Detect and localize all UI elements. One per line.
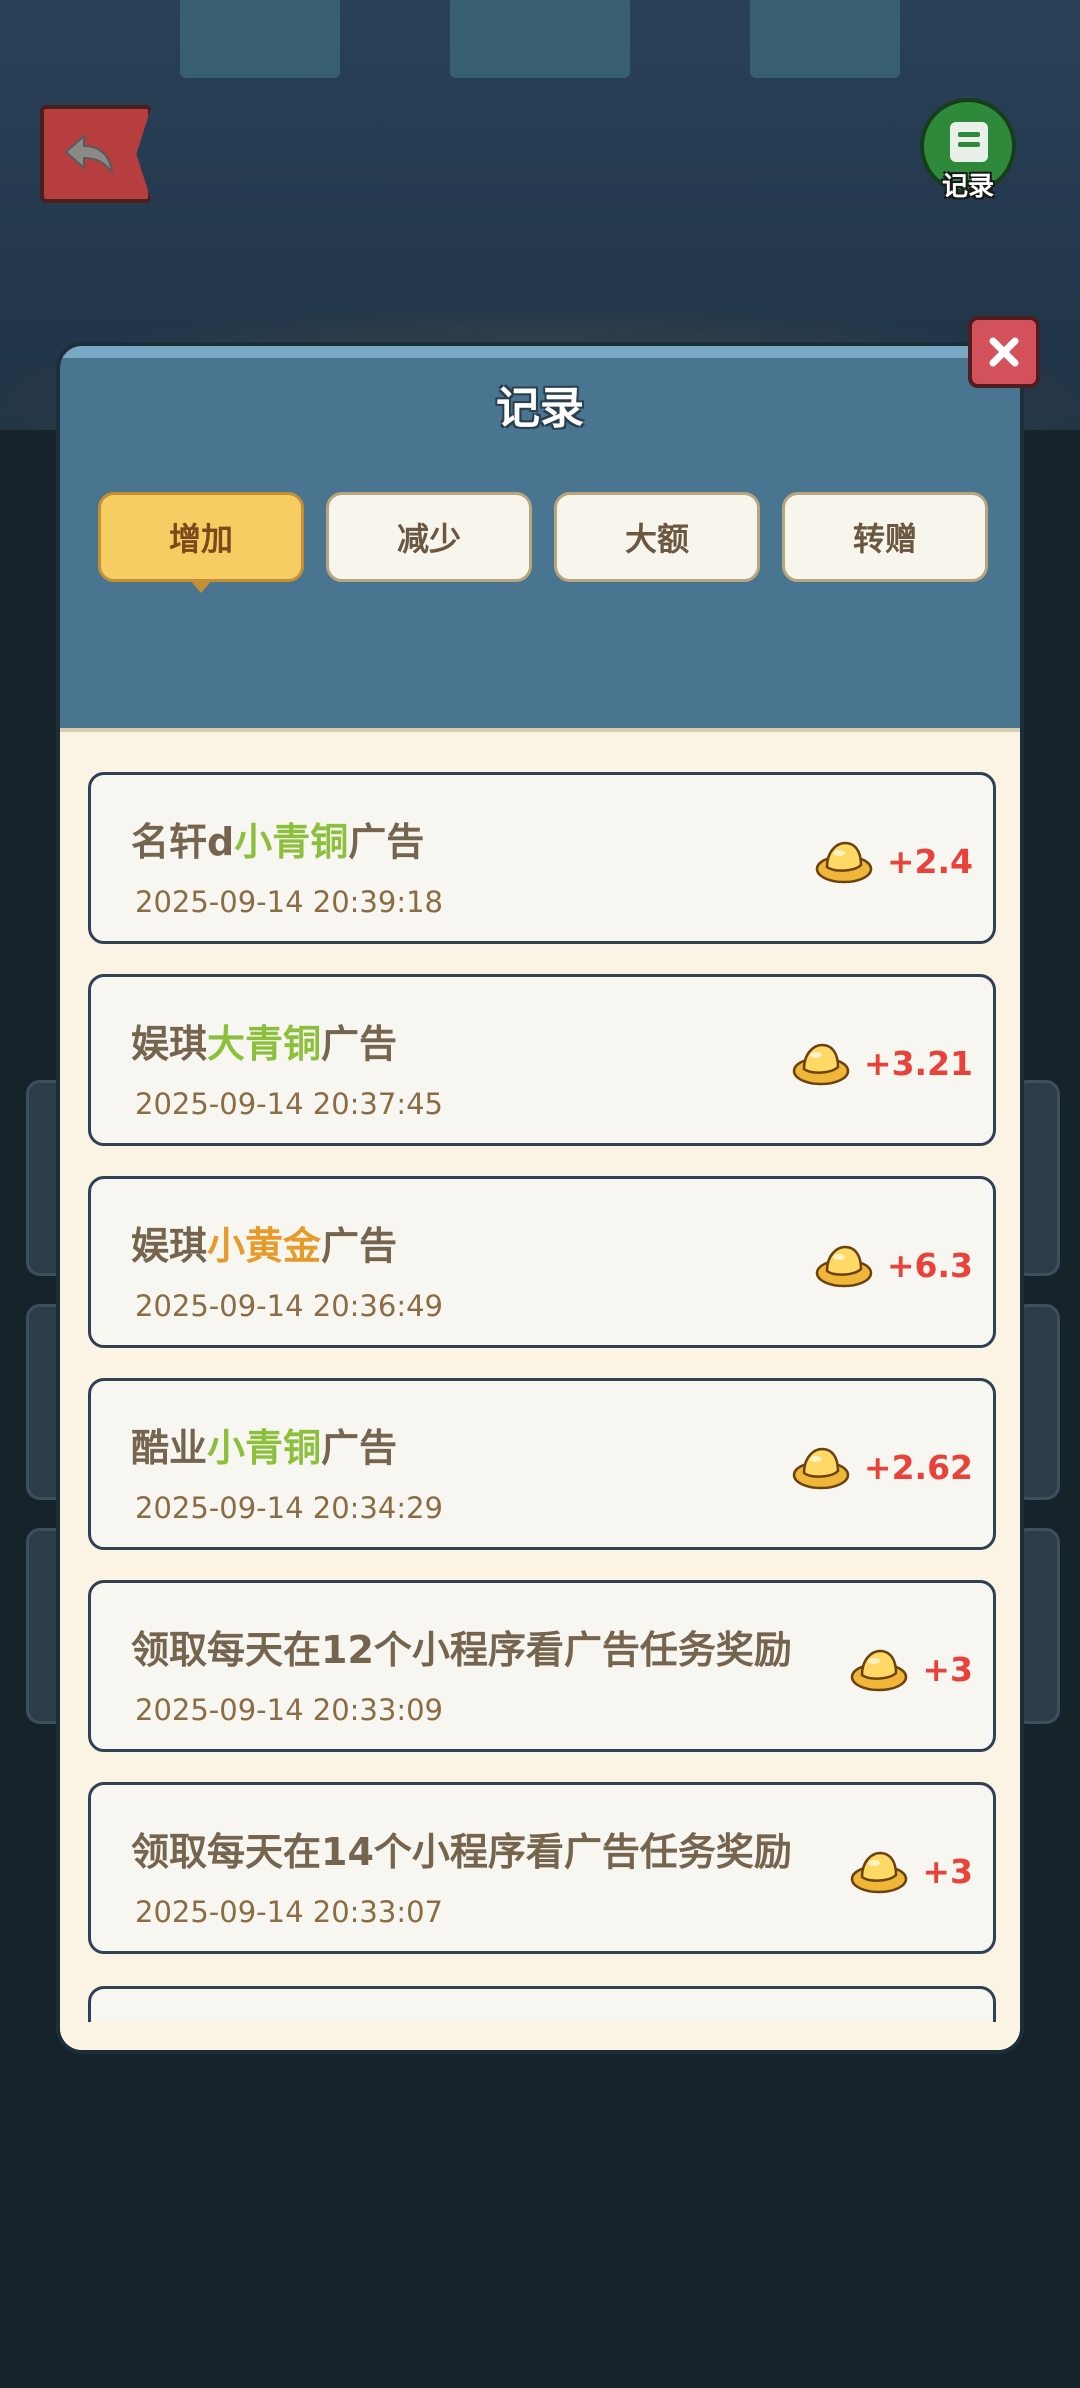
record-item: 名轩d小青铜广告 2025-09-14 20:39:18 +2.4 [88,772,996,944]
modal-top-edge [60,346,1020,358]
close-icon [989,337,1019,367]
record-icon [950,122,988,162]
background-window [450,0,630,78]
tab-large[interactable]: 大额 [554,492,760,582]
record-amount: +3.21 [863,1043,973,1083]
record-modal: 记录 增加 减少 大额 转赠 名轩d小青铜广告 2025-09-14 20:39… [56,342,1024,2054]
record-item: 酷业小青铜广告 2025-09-14 20:34:29 +2.62 [88,1378,996,1550]
record-time: 2025-09-14 20:39:18 [135,885,443,919]
tab-gift[interactable]: 转赠 [782,492,988,582]
record-button-label: 记录 [941,172,994,202]
gold-ingot-icon [792,1447,850,1490]
gold-ingot-icon [851,1851,908,1894]
record-amount: +3 [922,1851,973,1891]
gold-ingot-icon [815,1245,873,1288]
background-window [750,0,900,78]
list-bottom-edge [60,2022,1020,2050]
record-time: 2025-09-14 20:33:07 [135,1895,443,1929]
record-item: 娱琪小黄金广告 2025-09-14 20:36:49 +6.3 [88,1176,996,1348]
back-button[interactable] [40,105,152,203]
tab-decrease[interactable]: 减少 [326,492,532,582]
record-list-panel[interactable]: 名轩d小青铜广告 2025-09-14 20:39:18 +2.4 娱琪大青铜广… [60,728,1020,2050]
record-item: 领取每天在14个小程序看广告任务奖励 2025-09-14 20:33:07 +… [88,1782,996,1954]
record-time: 2025-09-14 20:33:09 [135,1693,443,1727]
record-item: 娱琪大青铜广告 2025-09-14 20:37:45 +3.21 [88,974,996,1146]
record-time: 2025-09-14 20:36:49 [135,1289,443,1323]
background-window [180,0,340,78]
modal-title: 记录 [496,383,584,434]
record-title: 名轩d小青铜广告 [131,820,425,864]
record-tabs: 增加 减少 大额 转赠 [98,492,990,593]
record-title: 领取每天在12个小程序看广告任务奖励 [131,1628,792,1672]
record-title: 娱琪大青铜广告 [131,1022,398,1066]
record-list: 名轩d小青铜广告 2025-09-14 20:39:18 +2.4 娱琪大青铜广… [88,772,996,1984]
record-amount: +6.3 [886,1245,973,1285]
gold-ingot-icon [815,841,873,884]
record-title: 酷业小青铜广告 [131,1426,398,1470]
close-button[interactable] [968,316,1040,388]
tab-increase[interactable]: 增加 [98,492,304,593]
record-amount: +2.4 [886,841,973,881]
record-item: 领取每天在12个小程序看广告任务奖励 2025-09-14 20:33:09 +… [88,1580,996,1752]
gold-ingot-icon [851,1649,908,1692]
back-arrow-icon [64,133,114,176]
record-time: 2025-09-14 20:34:29 [135,1491,443,1525]
record-time: 2025-09-14 20:37:45 [135,1087,443,1121]
record-amount: +2.62 [863,1447,973,1487]
gold-ingot-icon [792,1043,850,1086]
record-amount: +3 [922,1649,973,1689]
record-title: 娱琪小黄金广告 [131,1224,398,1268]
record-title: 领取每天在14个小程序看广告任务奖励 [131,1830,792,1874]
